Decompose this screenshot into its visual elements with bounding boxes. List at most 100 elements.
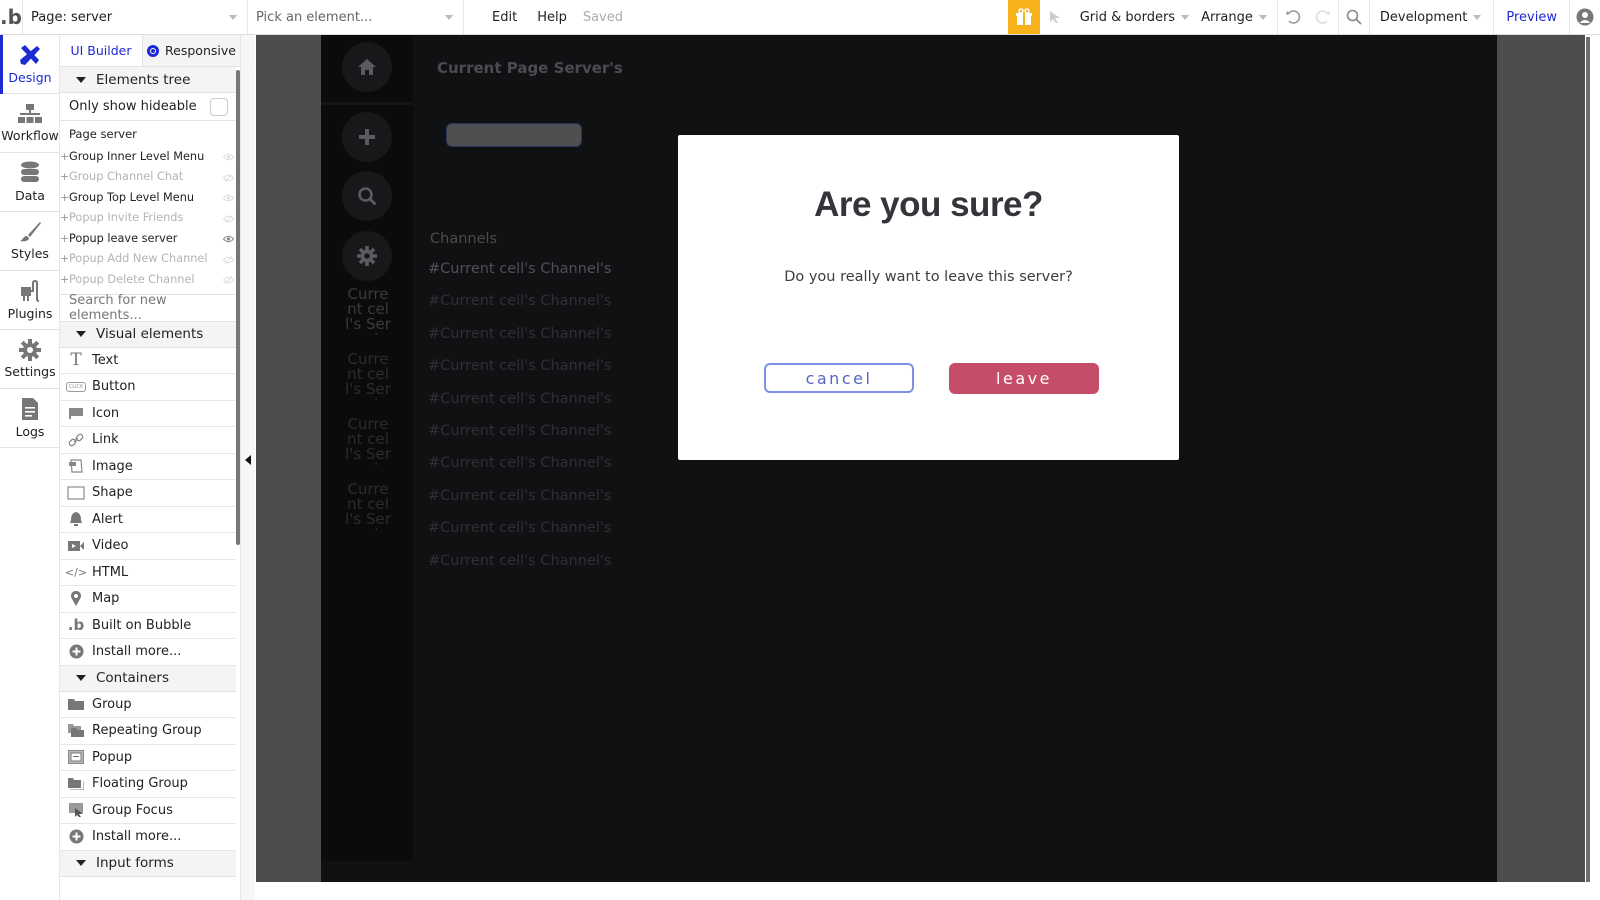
environment-dropdown[interactable]: Development [1370, 10, 1494, 25]
add-server-button[interactable] [342, 112, 392, 162]
tree-item[interactable]: + Popup Add New Channel [60, 249, 236, 270]
tab-ui-builder[interactable]: UI Builder [60, 35, 142, 66]
account-button[interactable] [1570, 0, 1600, 34]
expand-plus-icon[interactable]: + [60, 170, 69, 183]
channel-list-item[interactable]: #Current cell's Channel's [428, 520, 611, 536]
tree-item[interactable]: + Popup Delete Channel [60, 269, 236, 290]
containers-header[interactable]: Containers [60, 665, 236, 692]
eye-icon[interactable] [222, 151, 235, 164]
element-palette-item[interactable]: Alert [60, 507, 236, 533]
server-settings-button[interactable] [342, 231, 392, 281]
element-palette-item[interactable]: Popup [60, 745, 236, 771]
element-palette-item[interactable]: Group [60, 692, 236, 718]
channel-list-item[interactable]: #Current cell's Channel's [428, 391, 611, 407]
leave-button[interactable]: leave [949, 363, 1099, 394]
tree-item[interactable]: + Popup leave server [60, 228, 236, 249]
channel-list-item[interactable]: #Current cell's Channel's [428, 553, 611, 569]
chevron-down-icon [445, 15, 453, 20]
collapse-panel-icon[interactable] [245, 455, 251, 465]
nav-data[interactable]: Data [0, 153, 60, 212]
collapse-triangle-icon [76, 675, 86, 681]
element-palette-item[interactable]: Link [60, 427, 236, 454]
eye-icon[interactable] [222, 192, 235, 205]
element-palette-item[interactable]: Map [60, 586, 236, 613]
eye-icon[interactable] [222, 233, 235, 246]
eye-off-icon[interactable] [222, 254, 235, 267]
elements-tree-header[interactable]: Elements tree [60, 67, 236, 93]
element-palette-item[interactable]: Group Focus [60, 798, 236, 824]
element-palette-item[interactable]: Image [60, 454, 236, 480]
server-search-input[interactable] [446, 123, 582, 147]
menu-edit[interactable]: Edit [464, 10, 531, 25]
responsive-icon [147, 44, 160, 57]
nav-design[interactable]: Design [0, 35, 60, 94]
channel-list-item[interactable]: #Current cell's Channel's [428, 358, 611, 374]
explore-button[interactable] [342, 171, 392, 221]
expand-plus-icon[interactable]: + [60, 273, 69, 286]
element-palette-label: Popup [92, 749, 133, 765]
server-list-item[interactable]: Current cell's Server's [343, 417, 393, 465]
nav-logs[interactable]: Logs [0, 389, 60, 448]
element-palette-item[interactable]: Install more... [60, 639, 236, 666]
channel-list-item[interactable]: #Current cell's Channel's [428, 293, 611, 309]
tree-item[interactable]: + Group Inner Level Menu [60, 146, 236, 167]
nav-settings[interactable]: Settings [0, 330, 60, 389]
tab-responsive[interactable]: Responsive [142, 35, 240, 66]
canvas-scrollbar[interactable] [1585, 35, 1600, 882]
visual-elements-header[interactable]: Visual elements [60, 321, 236, 348]
expand-plus-icon[interactable]: + [60, 232, 69, 245]
page-selector[interactable]: Page: server [23, 0, 248, 34]
tree-root-page[interactable]: Page server [60, 121, 256, 146]
nav-plugins[interactable]: Plugins [0, 271, 60, 330]
bubble-logo[interactable]: .b [0, 0, 23, 34]
preview-link[interactable]: Preview [1494, 10, 1569, 25]
brush-icon [20, 222, 41, 242]
element-palette-item[interactable]: </> HTML [60, 560, 236, 586]
cancel-button[interactable]: cancel [764, 363, 914, 393]
server-list-item[interactable]: Current cell's Server's [343, 352, 393, 400]
element-palette-item[interactable]: Floating Group [60, 771, 236, 798]
tree-item[interactable]: + Popup Invite Friends [60, 208, 236, 229]
arrange-dropdown[interactable]: Arrange [1199, 10, 1277, 25]
only-show-hideable-checkbox[interactable] [210, 97, 228, 116]
element-palette-item[interactable]: Repeating Group [60, 718, 236, 745]
panel-splitter[interactable] [240, 35, 255, 900]
element-palette-item[interactable]: Shape [60, 480, 236, 507]
server-list-item[interactable]: Current cell's Server's [343, 482, 393, 530]
element-palette-item[interactable]: Install more... [60, 824, 236, 851]
server-list-item[interactable]: Current cell's Server's [343, 287, 393, 335]
eye-off-icon[interactable] [222, 172, 235, 185]
tree-item[interactable]: + Group Channel Chat [60, 167, 236, 188]
expand-plus-icon[interactable]: + [60, 150, 69, 163]
expand-plus-icon[interactable]: + [60, 211, 69, 224]
element-palette-item[interactable]: .b Built on Bubble [60, 613, 236, 639]
channel-list-item[interactable]: #Current cell's Channel's [428, 488, 611, 504]
channel-list-item[interactable]: #Current cell's Channel's [428, 261, 611, 277]
select-tool-button[interactable] [1040, 0, 1070, 34]
element-palette-item[interactable]: Icon [60, 401, 236, 427]
user-avatar-icon [1576, 8, 1594, 26]
element-palette-item[interactable]: Video [60, 533, 236, 560]
element-palette-item[interactable]: T Text [60, 348, 236, 374]
expand-plus-icon[interactable]: + [60, 191, 69, 204]
expand-plus-icon[interactable]: + [60, 252, 69, 265]
nav-styles[interactable]: Styles [0, 212, 60, 271]
tree-item[interactable]: + Group Top Level Menu [60, 187, 236, 208]
channel-list-item[interactable]: #Current cell's Channel's [428, 455, 611, 471]
eye-off-icon[interactable] [222, 213, 235, 226]
search-elements-input[interactable]: Search for new elements... [60, 293, 236, 323]
element-palette-item[interactable]: CLICK Button [60, 374, 236, 401]
menu-help[interactable]: Help [531, 10, 581, 25]
input-forms-header[interactable]: Input forms [60, 850, 236, 877]
gift-button[interactable] [1007, 0, 1040, 34]
grid-borders-dropdown[interactable]: Grid & borders [1070, 10, 1199, 25]
eye-off-icon[interactable] [222, 274, 235, 287]
undo-button[interactable] [1278, 0, 1308, 34]
nav-workflow[interactable]: Workflow [0, 94, 60, 153]
search-button[interactable] [1339, 0, 1369, 34]
home-button[interactable] [342, 42, 392, 92]
channel-list-item[interactable]: #Current cell's Channel's [428, 423, 611, 439]
channel-list-item[interactable]: #Current cell's Channel's [428, 326, 611, 342]
element-picker[interactable]: Pick an element... [248, 0, 464, 34]
redo-button[interactable] [1308, 0, 1338, 34]
